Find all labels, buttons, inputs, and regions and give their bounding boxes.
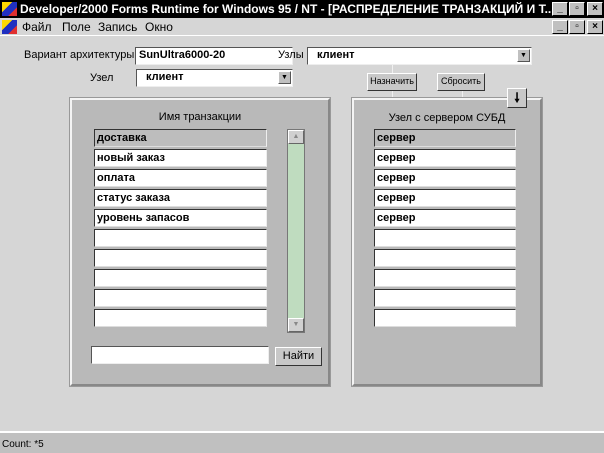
transaction-row[interactable]: доставка <box>94 129 267 147</box>
menu-field[interactable]: Поле <box>62 20 91 34</box>
servers-panel: Узел с сервером СУБД сервер сервер сервер с… <box>351 97 543 387</box>
reset-button[interactable]: Сбросить <box>437 73 485 91</box>
scroll-up-icon[interactable]: ▲ <box>288 130 304 144</box>
transaction-row[interactable] <box>94 229 267 247</box>
close-icon[interactable]: × <box>587 2 603 16</box>
find-input[interactable] <box>91 346 269 364</box>
node-label: Узел <box>90 72 114 84</box>
scrollbar[interactable]: ▲ ▼ <box>287 129 305 333</box>
menu-record[interactable]: Запись <box>98 20 137 34</box>
transaction-row[interactable] <box>94 289 267 307</box>
servers-title: Узел с сервером СУБД <box>388 112 506 124</box>
menu-window[interactable]: Окно <box>145 20 173 34</box>
doc-icon <box>2 20 17 34</box>
server-row[interactable]: сервер <box>374 149 516 167</box>
menu-bar: Файл Поле Запись Окно _ ▫ × <box>0 18 604 36</box>
status-bar: Count: *5 <box>0 431 604 453</box>
transaction-row[interactable] <box>94 249 267 267</box>
server-row[interactable] <box>374 269 516 287</box>
assign-button[interactable]: Назначить <box>367 73 417 91</box>
find-button[interactable]: Найти <box>275 347 322 366</box>
server-row[interactable] <box>374 229 516 247</box>
server-row[interactable]: сервер <box>374 169 516 187</box>
nodes-value: клиент <box>317 49 355 61</box>
transactions-panel: Имя транзакции доставка новый заказ оплата… <box>69 97 331 387</box>
node-value: клиент <box>146 71 184 83</box>
window-title: Developer/2000 Forms Runtime for Windows… <box>20 2 555 16</box>
server-row[interactable]: сервер <box>374 189 516 207</box>
doc-close-icon[interactable]: × <box>587 20 603 34</box>
arch-field[interactable]: SunUltra6000-20 <box>135 47 293 65</box>
transaction-row[interactable]: оплата <box>94 169 267 187</box>
server-row[interactable]: сервер <box>374 209 516 227</box>
transaction-row[interactable] <box>94 309 267 327</box>
app-icon <box>2 2 17 16</box>
transactions-title: Имя транзакции <box>158 111 242 123</box>
restore-icon[interactable]: ▫ <box>569 2 585 16</box>
doc-minimize-icon[interactable]: _ <box>552 20 568 34</box>
transaction-row[interactable]: уровень запасов <box>94 209 267 227</box>
server-row[interactable] <box>374 309 516 327</box>
chevron-down-icon[interactable]: ▼ <box>517 49 530 62</box>
server-row[interactable] <box>374 289 516 307</box>
server-row[interactable]: сервер <box>374 129 516 147</box>
connector-line <box>462 90 463 98</box>
status-text: Count: *5 <box>2 439 44 450</box>
doc-restore-icon[interactable]: ▫ <box>569 20 585 34</box>
nodes-label: Узлы <box>278 49 304 61</box>
nodes-combo[interactable]: клиент ▼ <box>307 47 532 65</box>
transaction-row[interactable] <box>94 269 267 287</box>
transaction-row[interactable]: новый заказ <box>94 149 267 167</box>
arch-label: Вариант архитектуры <box>24 49 135 61</box>
menu-file[interactable]: Файл <box>22 20 52 34</box>
minimize-icon[interactable]: _ <box>552 2 568 16</box>
node-combo[interactable]: клиент ▼ <box>136 69 293 87</box>
arrow-down-icon[interactable]: 🠗 <box>507 88 527 108</box>
title-bar: Developer/2000 Forms Runtime for Windows… <box>0 0 604 18</box>
scroll-down-icon[interactable]: ▼ <box>288 318 304 332</box>
transaction-row[interactable]: статус заказа <box>94 189 267 207</box>
chevron-down-icon[interactable]: ▼ <box>278 71 291 84</box>
server-row[interactable] <box>374 249 516 267</box>
